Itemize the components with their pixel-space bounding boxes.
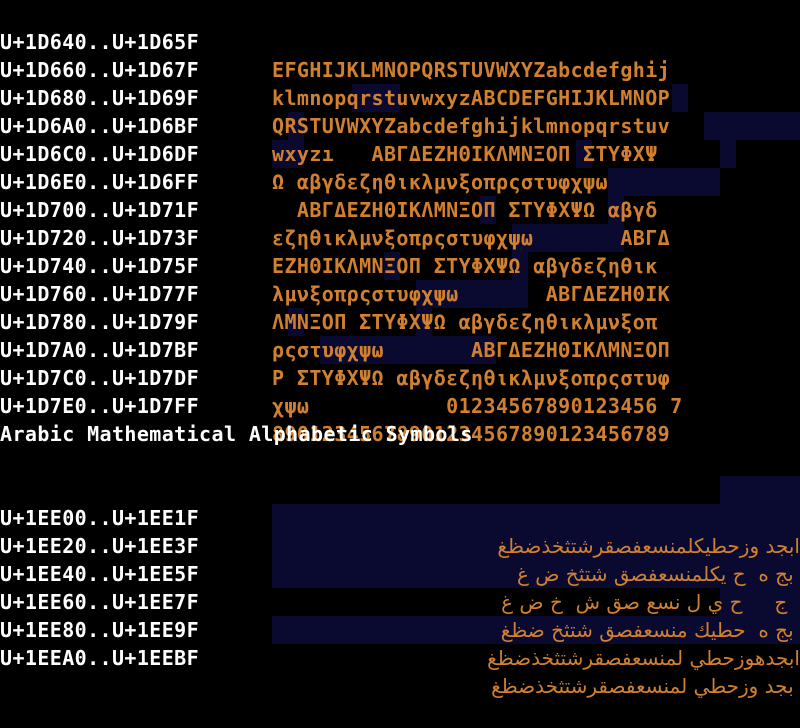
range-label: U+1EEA0..U+1EEBF [0,646,200,670]
charmap-row: U+1EE00..U+1EE1F ابجد وزحطيكلمنسعفصقرشتث… [0,476,800,558]
charmap-row: U+1D640..U+1D65F EFGHIJKLMNOPQRSTUVWXYZa… [0,0,670,82]
math-alnum-block: U+1D640..U+1D65F EFGHIJKLMNOPQRSTUVWXYZa… [0,0,682,446]
glyph-row: Ω αβγδεζηθικλμνξοπρςστυφχψω [272,170,608,194]
glyph-row: ابجدهوزحطي لمنسعفصقرشتثخذضظغ [487,646,800,670]
glyph-row: εζηθικλμνξοπρςστυφχψω ΑΒΓΔ [272,226,671,250]
section-title: Arabic Mathematical Alphabetic Symbols [0,422,473,446]
arabic-block: U+1EE00..U+1EE1F ابجد وزحطيكلمنسعفصقرشتث… [0,476,800,698]
glyph-row: Ρ ΣΤΥΦΧΨΩ αβγδεζηθικλμνξοπρςστυφ [272,366,671,390]
glyph-row: klmnopqrstuvwxyzABCDEFGHIJKLMNOP [272,86,671,110]
charmap-row: U+1D7E0..U+1D7FF 89012345678901234567890… [0,364,670,446]
charmap-row: U+1EE80..U+1EE9F ابجدهوزحطي لمنسعفصقرشتث… [0,588,800,670]
glyph-row: ΑΒΓΔΕΖΗΘΙΚΛΜΝΞΟΠ ΣΤΥΦΧΨΩ αβγδ [272,198,658,222]
charmap-row: U+1D700..U+1D71F εζηθικλμνξοπρςστυφχψω Α… [0,168,670,250]
charmap-row: U+1D6A0..U+1D6BF wxyzı ΑΒΓΔΕΖΗΘΙΚΛΜΝΞΟΠ … [0,84,657,166]
charmap-row: U+1D7C0..U+1D7DF χψω 01234567890123456 7 [0,336,682,418]
charmap-row: U+1EE20..U+1EE3F بج ه ح يكلمنسعفصق شتثخ … [0,504,793,586]
charmap-row: U+1D6E0..U+1D6FF ΑΒΓΔΕΖΗΘΙΚΛΜΝΞΟΠ ΣΤΥΦΧΨ… [0,140,657,222]
range-label: U+1D7E0..U+1D7FF [0,394,200,418]
charmap-row: U+1D6C0..U+1D6DF Ω αβγδεζηθικλμνξοπρςστυ… [0,112,608,194]
glyph-row: بج ه ح يكلمنسعفصق شتثخ ض غ [516,562,800,586]
glyph-row: ΕΖΗΘΙΚΛΜΝΞΟΠ ΣΤΥΦΧΨΩ αβγδεζηθικ [272,254,658,278]
glyph-row: ΛΜΝΞΟΠ ΣΤΥΦΧΨΩ αβγδεζηθικλμνξοπ [272,310,658,334]
missing-cell [720,476,800,504]
charmap-row: U+1D660..U+1D67F klmnopqrstuvwxyzABCDEFG… [0,28,670,110]
charmap-row: U+1EEA0..U+1EEBF بجد وزحطي لمنسعفصقرشتثخ… [0,616,793,698]
glyph-row: wxyzı ΑΒΓΔΕΖΗΘΙΚΛΜΝΞΟΠ ΣΤΥΦΧΨ [272,142,658,166]
charmap-row: U+1D740..U+1D75F λμνξοπρςστυφχψω ΑΒΓΔΕΖΗ… [0,224,670,306]
charmap-row: U+1D760..U+1D77F ΛΜΝΞΟΠ ΣΤΥΦΧΨΩ αβγδεζηθ… [0,252,657,334]
missing-cell [272,504,800,532]
charmap-row: U+1D720..U+1D73F ΕΖΗΘΙΚΛΜΝΞΟΠ ΣΤΥΦΧΨΩ αβ… [0,196,657,278]
glyph-row: EFGHIJKLMNOPQRSTUVWXYZabcdefghij [272,58,671,82]
charmap-row: U+1D7A0..U+1D7BF Ρ ΣΤΥΦΧΨΩ αβγδεζηθικλμν… [0,308,670,390]
glyph-row: ابجد وزحطيكلمنسعفصقرشتثخذضظغ [497,534,800,558]
glyph-row: ج ح ي ل نسع صق ش خ ض غ [501,590,800,614]
charmap-row: U+1D680..U+1D69F QRSTUVWXYZabcdefghijklm… [0,56,670,138]
glyph-row: λμνξοπρςστυφχψω ΑΒΓΔΕΖΗΘΙΚ [272,282,671,306]
glyph-row: QRSTUVWXYZabcdefghijklmnopqrstuv [272,114,671,138]
glyph-row: ρςστυφχψω ΑΒΓΔΕΖΗΘΙΚΛΜΝΞΟΠ [272,338,671,362]
charmap-row: U+1D780..U+1D79F ρςστυφχψω ΑΒΓΔΕΖΗΘΙΚΛΜΝ… [0,280,670,362]
charmap-row: U+1EE60..U+1EE7F بج ه حطيك منسعفصق شتثخ … [0,560,793,642]
glyph-row: χψω 01234567890123456 7 [272,394,683,418]
charmap-row: U+1EE40..U+1EE5F ج ح ي ل نسع صق ش خ ض غ [0,532,787,614]
glyph-row: بجد وزحطي لمنسعفصقرشتثخذضظغ [491,674,800,698]
glyph-row: بج ه حطيك منسعفصق شتثخ ضظغ [500,618,800,642]
